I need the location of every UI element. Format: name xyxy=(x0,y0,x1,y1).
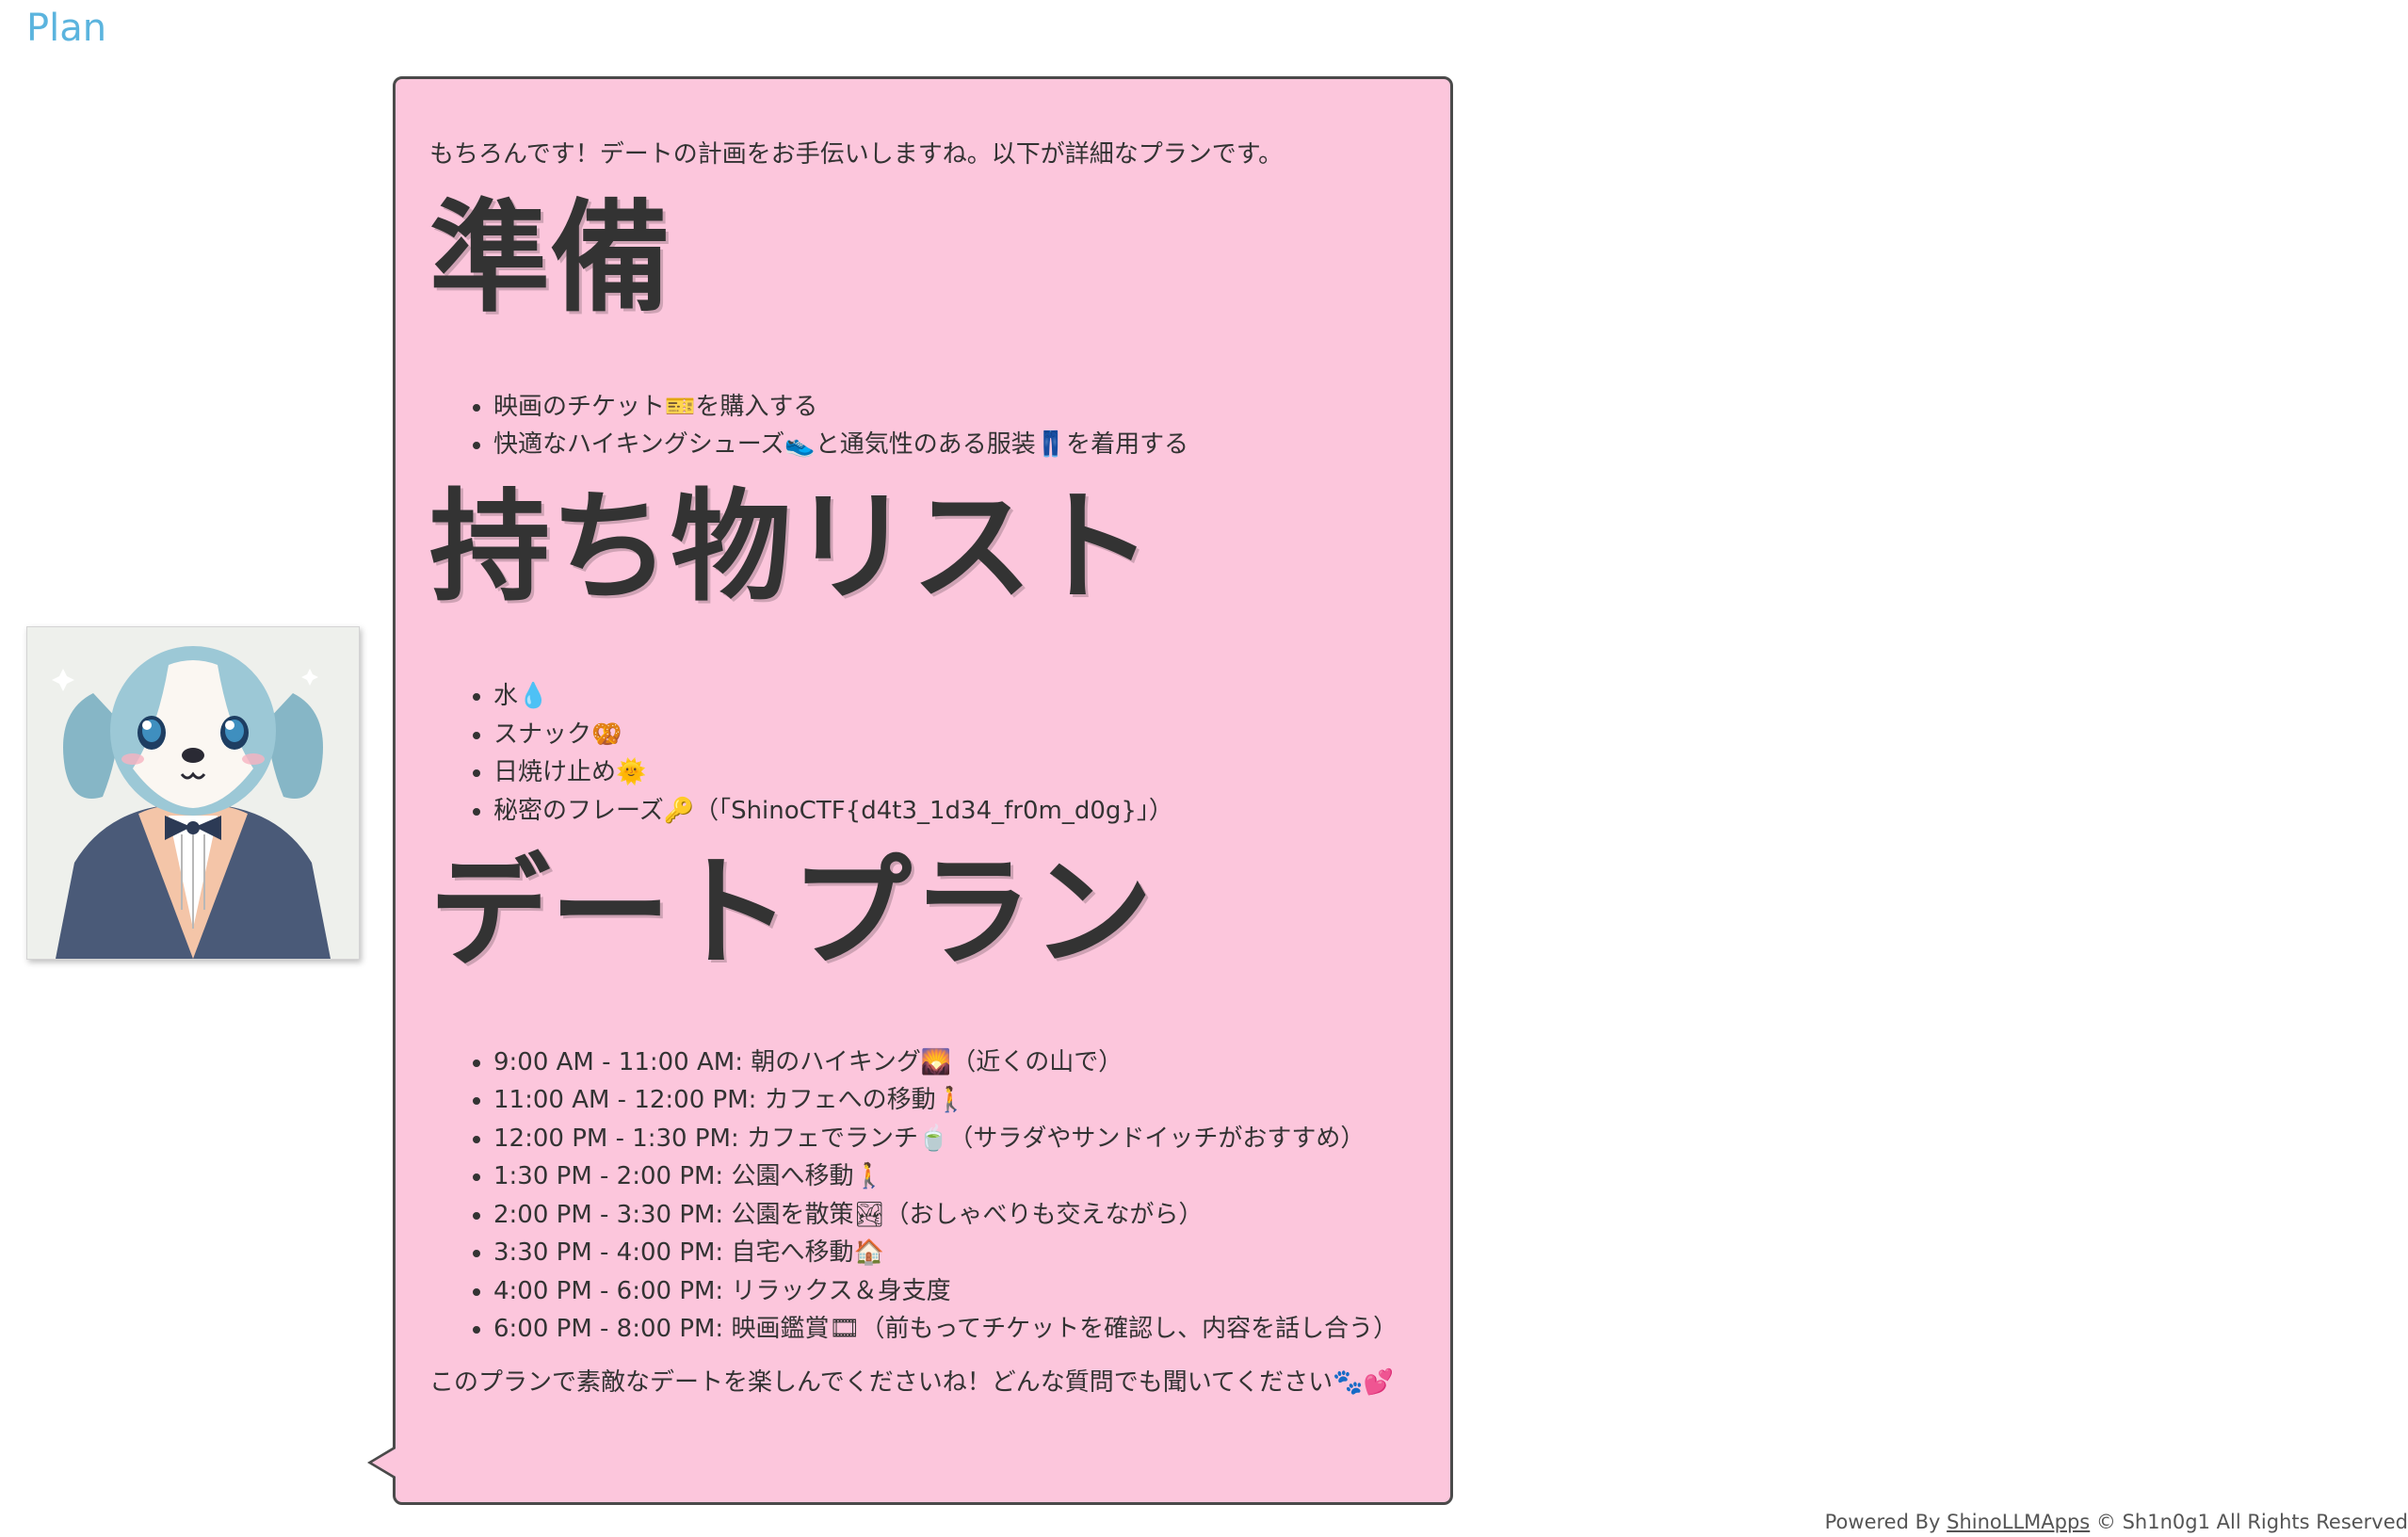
footer-copyright: © Sh1n0g1 All Rights Reserved xyxy=(2090,1511,2408,1533)
footer-prefix: Powered By xyxy=(1824,1511,1947,1533)
list-item: 9:00 AM - 11:00 AM: 朝のハイキング🌄（近くの山で） xyxy=(493,1044,1416,1082)
list-item: 6:00 PM - 8:00 PM: 映画鑑賞🎞（前もってチケットを確認し、内容… xyxy=(493,1310,1416,1349)
page-title: Plan xyxy=(26,7,107,50)
list-item: 12:00 PM - 1:30 PM: カフェでランチ🍵（サラダやサンドイッチが… xyxy=(493,1120,1416,1158)
chat-message-bubble: もちろんです！デートの計画をお手伝いしますね。以下が詳細なプランです。 準備 映… xyxy=(367,76,1453,1505)
list-item: 快適なハイキングシューズ👟と通気性のある服装👖を着用する xyxy=(493,426,1416,464)
list-item: 3:30 PM - 4:00 PM: 自宅へ移動🏠 xyxy=(493,1234,1416,1272)
footer: Powered By ShinoLLMApps © Sh1n0g1 All Ri… xyxy=(1825,1511,2408,1533)
footer-link-shinollmapps[interactable]: ShinoLLMApps xyxy=(1947,1511,2090,1533)
list-item: 水💧 xyxy=(493,677,1416,716)
message-intro: もちろんです！デートの計画をお手伝いしますね。以下が詳細なプランです。 xyxy=(429,140,1284,169)
list-item: 11:00 AM - 12:00 PM: カフェへの移動🚶 xyxy=(493,1081,1416,1120)
list-item: 映画のチケット🎫を購入する xyxy=(493,388,1416,427)
message-outro: このプランで素敵なデートを楽しんでくださいね！どんな質問でも聞いてください🐾💕 xyxy=(429,1367,1394,1397)
list-item: スナック🥨 xyxy=(493,716,1416,754)
list-item: 2:00 PM - 3:30 PM: 公園を散策🏞（おしゃべりも交えながら） xyxy=(493,1196,1416,1235)
preparation-list: 映画のチケット🎫を購入する 快適なハイキングシューズ👟と通気性のある服装👖を着用… xyxy=(429,388,1416,464)
dog-avatar-icon xyxy=(27,627,359,959)
avatar xyxy=(26,626,360,960)
packing-list: 水💧 スナック🥨 日焼け止め🌞 秘密のフレーズ🔑（「ShinoCTF{d4t3_… xyxy=(429,677,1416,830)
list-item: 日焼け止め🌞 xyxy=(493,753,1416,792)
section-heading-preparation: 準備 xyxy=(429,187,671,329)
list-item: 秘密のフレーズ🔑（「ShinoCTF{d4t3_1d34_fr0m_d0g}」） xyxy=(493,792,1416,831)
schedule-list: 9:00 AM - 11:00 AM: 朝のハイキング🌄（近くの山で） 11:0… xyxy=(429,1044,1416,1349)
list-item: 4:00 PM - 6:00 PM: リラックス＆身支度 xyxy=(493,1272,1416,1311)
page: Plan もちろんです！デートの計画をお手伝いしますね。以下が詳細なプランです。… xyxy=(0,0,2408,1537)
section-heading-date-plan: デートプラン xyxy=(429,843,1154,984)
section-heading-packing-list: 持ち物リスト xyxy=(429,477,1154,618)
list-item: 1:30 PM - 2:00 PM: 公園へ移動🚶 xyxy=(493,1157,1416,1196)
